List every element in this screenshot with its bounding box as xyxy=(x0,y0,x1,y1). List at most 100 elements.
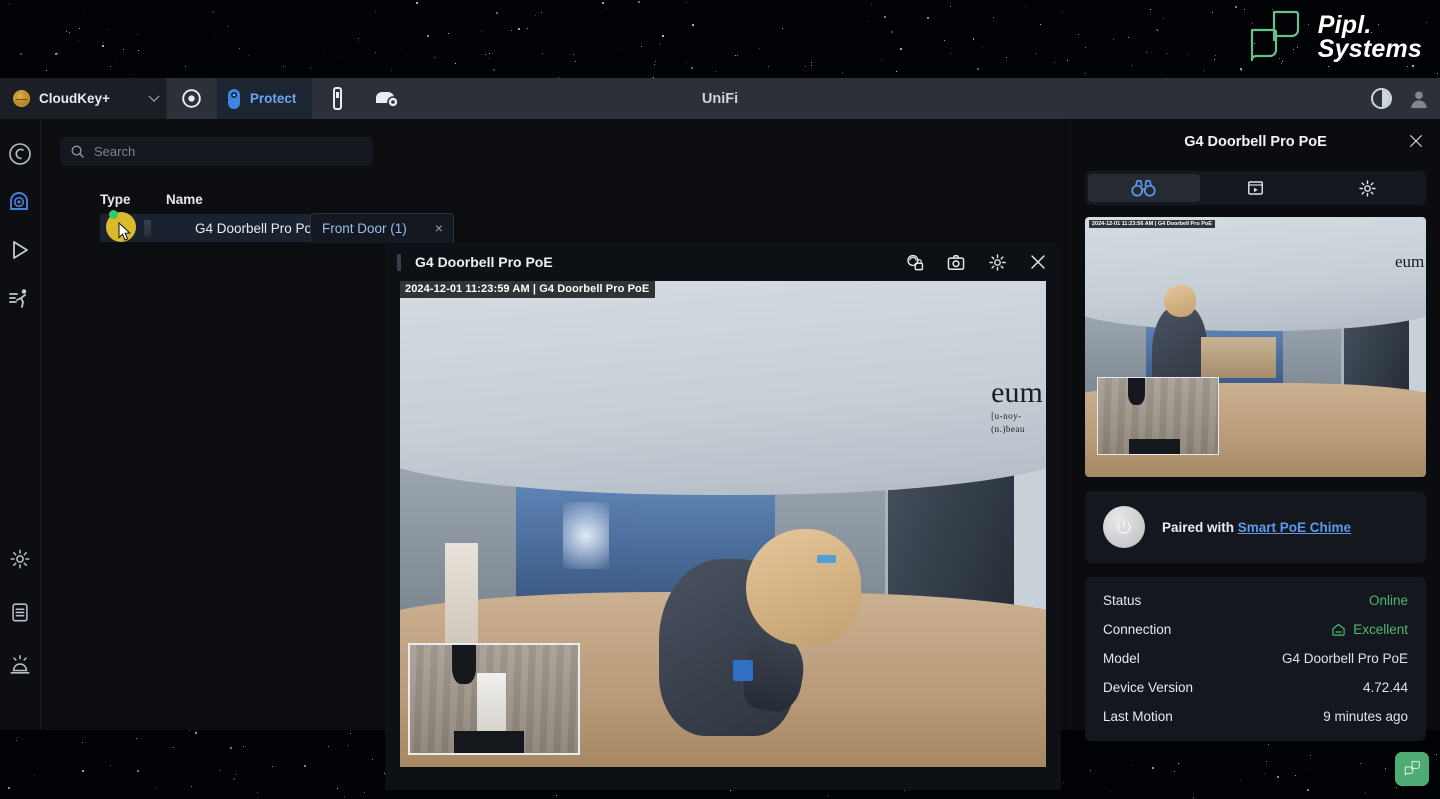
siren-icon xyxy=(10,655,30,674)
sidebar-item-detections[interactable] xyxy=(7,285,33,311)
info-row-model: Model G4 Doorbell Pro PoE xyxy=(1085,644,1426,673)
gear-icon[interactable] xyxy=(988,253,1007,272)
tab-network[interactable] xyxy=(167,78,217,119)
sidebar-item-cameras[interactable] xyxy=(7,189,33,215)
camera-snapshot-icon[interactable] xyxy=(946,253,966,272)
clipboard-icon xyxy=(12,603,28,622)
device-details-drawer: G4 Doorbell Pro PoE 2024-12-01 11:23:56 … xyxy=(1070,119,1440,741)
motion-person-icon xyxy=(9,289,27,308)
drawer-tabs xyxy=(1085,171,1426,205)
console-label: CloudKey+ xyxy=(39,91,110,106)
dashboard-icon xyxy=(9,143,31,165)
search-placeholder: Search xyxy=(94,144,136,159)
mouse-cursor-icon xyxy=(118,222,131,241)
filter-chip-close-icon[interactable]: × xyxy=(435,221,443,235)
sidebar-item-alarms[interactable] xyxy=(7,652,33,678)
wall-word-sub1: [u-noy- xyxy=(991,411,1022,422)
filter-chip-front-door[interactable]: Front Door (1) × xyxy=(310,213,454,243)
column-header-type: Type xyxy=(100,192,131,207)
camera-icon xyxy=(10,192,28,210)
access-door-icon xyxy=(376,92,400,108)
info-row-last-motion: Last Motion 9 minutes ago xyxy=(1085,702,1426,731)
paired-device-card[interactable]: Paired with Smart PoE Chime xyxy=(1085,491,1426,563)
screen: Pipl. Systems CloudKey+ Protect UniFi Se… xyxy=(0,0,1440,799)
close-icon[interactable] xyxy=(1029,253,1047,271)
rail-primary-nav xyxy=(7,119,33,311)
play-icon xyxy=(13,241,28,259)
info-key: Status xyxy=(1103,593,1142,608)
connection-label: Excellent xyxy=(1353,622,1408,637)
rail-secondary-nav xyxy=(7,546,33,730)
device-table-header: Type Name xyxy=(100,192,385,207)
wall-signage: eum [u-noy- (n.)beau xyxy=(991,378,1043,434)
player-toolbar xyxy=(905,253,1047,272)
search-input[interactable]: Search xyxy=(60,137,373,166)
signal-home-icon xyxy=(1332,623,1345,636)
device-icon xyxy=(332,87,342,110)
protect-label: Protect xyxy=(249,91,297,106)
thumbnail-timestamp: 2024-12-01 11:23:56 AM | G4 Doorbell Pro… xyxy=(1089,220,1215,228)
pipl-logo-icon xyxy=(1404,761,1420,776)
tab-live-view[interactable] xyxy=(1088,174,1200,202)
paired-prefix: Paired with xyxy=(1162,519,1235,535)
close-icon[interactable] xyxy=(1408,133,1424,154)
privacy-zone-icon[interactable] xyxy=(905,253,924,272)
unifi-app-window: CloudKey+ Protect UniFi Search Type Name… xyxy=(0,78,1440,790)
brand-line-2: Systems xyxy=(1317,35,1422,63)
column-header-name: Name xyxy=(166,192,203,207)
pipl-fab-button[interactable] xyxy=(1395,752,1429,786)
binoculars-icon xyxy=(1131,180,1156,197)
filter-chip-label: Front Door (1) xyxy=(322,220,407,236)
sidebar-item-logs[interactable] xyxy=(7,599,33,625)
protect-camera-icon xyxy=(227,88,240,109)
console-selector[interactable]: CloudKey+ xyxy=(0,78,166,119)
video-timestamp-overlay: 2024-12-01 11:23:59 AM | G4 Doorbell Pro… xyxy=(400,281,656,298)
chevron-down-icon[interactable] xyxy=(148,90,160,102)
sidebar-item-dashboard[interactable] xyxy=(7,141,33,167)
paired-text: Paired with Smart PoE Chime xyxy=(1162,520,1351,535)
thumbnail-pip xyxy=(1097,377,1219,455)
tab-recordings[interactable] xyxy=(1200,174,1312,202)
sidebar-item-playback[interactable] xyxy=(7,237,33,263)
network-icon xyxy=(182,89,202,108)
brand-logo: Pipl. Systems xyxy=(1244,8,1422,66)
info-row-device-version: Device Version 4.72.44 xyxy=(1085,673,1426,702)
tab-settings[interactable] xyxy=(1311,174,1423,202)
wall-word-sub2: (n.)beau xyxy=(991,424,1025,435)
person-figure xyxy=(645,524,865,767)
paired-device-link[interactable]: Smart PoE Chime xyxy=(1238,520,1351,535)
info-key: Device Version xyxy=(1103,680,1194,695)
drawer-title: G4 Doorbell Pro PoE xyxy=(1184,134,1327,150)
picture-in-picture-view[interactable] xyxy=(408,643,580,755)
connection-value: Excellent xyxy=(1331,622,1408,637)
player-header: G4 Doorbell Pro PoE xyxy=(385,243,1061,281)
power-circle-icon xyxy=(1103,506,1145,548)
status-badge: Online xyxy=(1368,593,1408,608)
sidebar-item-settings[interactable] xyxy=(7,546,33,572)
info-value: 4.72.44 xyxy=(1362,680,1408,695)
doorbell-chip-icon xyxy=(144,219,151,237)
wall-word: eum xyxy=(991,376,1043,410)
gear-icon xyxy=(1358,179,1376,197)
film-play-icon xyxy=(1248,181,1263,195)
info-key: Model xyxy=(1103,651,1140,666)
info-row-status: Status Online xyxy=(1085,586,1426,615)
brand-line-1: Pipl. xyxy=(1317,11,1372,39)
console-globe-icon xyxy=(13,90,30,107)
tab-access[interactable] xyxy=(362,78,412,119)
video-stage[interactable]: 2024-12-01 11:23:59 AM | G4 Doorbell Pro… xyxy=(400,281,1046,767)
device-name: G4 Doorbell Pro PoE xyxy=(195,220,322,236)
contrast-toggle-icon[interactable] xyxy=(1371,88,1392,109)
drawer-live-thumbnail[interactable]: 2024-12-01 11:23:56 AM | G4 Doorbell Pro… xyxy=(1085,217,1426,477)
titlebar-right-controls xyxy=(1371,78,1430,119)
info-value: G4 Doorbell Pro PoE xyxy=(1281,651,1408,666)
tab-devices[interactable] xyxy=(312,78,362,119)
device-info-card: Status Online Connection Excellent Model… xyxy=(1085,577,1426,741)
filter-chip-bar: Front Door (1) × xyxy=(310,213,454,243)
user-avatar-icon[interactable] xyxy=(1408,88,1430,110)
drawer-header: G4 Doorbell Pro PoE xyxy=(1071,119,1440,165)
pipl-logo-icon xyxy=(1250,10,1299,62)
info-key: Connection xyxy=(1103,622,1172,637)
tab-protect[interactable]: Protect xyxy=(216,78,312,119)
info-row-connection: Connection Excellent xyxy=(1085,615,1426,644)
